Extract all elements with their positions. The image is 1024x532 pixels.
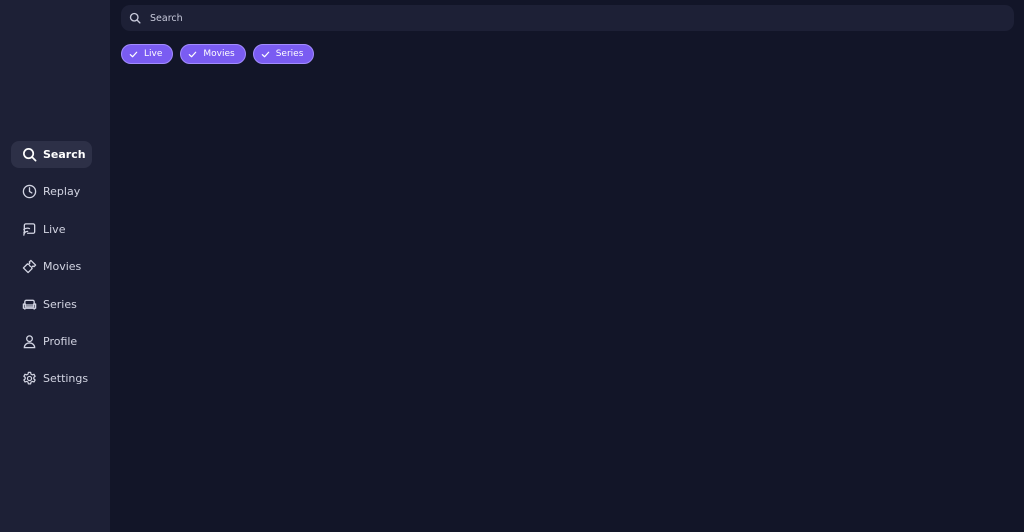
sidebar-item-label: Series	[43, 297, 77, 311]
filter-chip-series[interactable]: Series	[252, 44, 315, 64]
filter-chip-label: Movies	[203, 49, 235, 59]
sidebar-item-search[interactable]: Search	[11, 141, 92, 168]
filter-chips: Live Movies Series	[121, 44, 321, 64]
sidebar-item-label: Replay	[43, 185, 81, 199]
sidebar-item-series[interactable]: Series	[11, 291, 92, 318]
sidebar-item-label: Settings	[43, 372, 89, 386]
clock-icon	[22, 184, 37, 199]
ticket-icon	[22, 259, 37, 274]
check-icon	[129, 50, 138, 59]
search-icon	[129, 12, 141, 24]
sidebar-nav: Search Replay Live Movies Series Profile…	[11, 141, 92, 403]
gear-icon	[22, 371, 37, 386]
filter-chip-movies[interactable]: Movies	[180, 44, 246, 64]
sidebar-item-live[interactable]: Live	[11, 216, 92, 243]
filter-chip-label: Live	[144, 49, 163, 59]
sidebar-item-profile[interactable]: Profile	[11, 328, 92, 355]
sidebar-item-replay[interactable]: Replay	[11, 178, 92, 205]
sidebar-item-label: Movies	[43, 260, 82, 274]
sidebar-item-label: Live	[43, 222, 66, 236]
main-content: Live Movies Series	[110, 0, 1024, 532]
app-window: Search Replay Live Movies Series Profile…	[0, 0, 1024, 532]
check-icon	[261, 50, 270, 59]
filter-chip-live[interactable]: Live	[121, 44, 174, 64]
sofa-icon	[22, 297, 37, 312]
user-icon	[22, 334, 37, 349]
live-tv-icon	[22, 222, 37, 237]
sidebar-item-settings[interactable]: Settings	[11, 365, 92, 392]
sidebar-item-movies[interactable]: Movies	[11, 253, 92, 280]
sidebar-item-label: Profile	[43, 334, 78, 348]
search-bar[interactable]	[121, 5, 1014, 31]
search-icon	[22, 147, 37, 162]
sidebar: Search Replay Live Movies Series Profile…	[0, 0, 110, 532]
check-icon	[188, 50, 197, 59]
search-input[interactable]	[150, 12, 990, 24]
filter-chip-label: Series	[275, 49, 304, 59]
sidebar-item-label: Search	[43, 148, 86, 161]
